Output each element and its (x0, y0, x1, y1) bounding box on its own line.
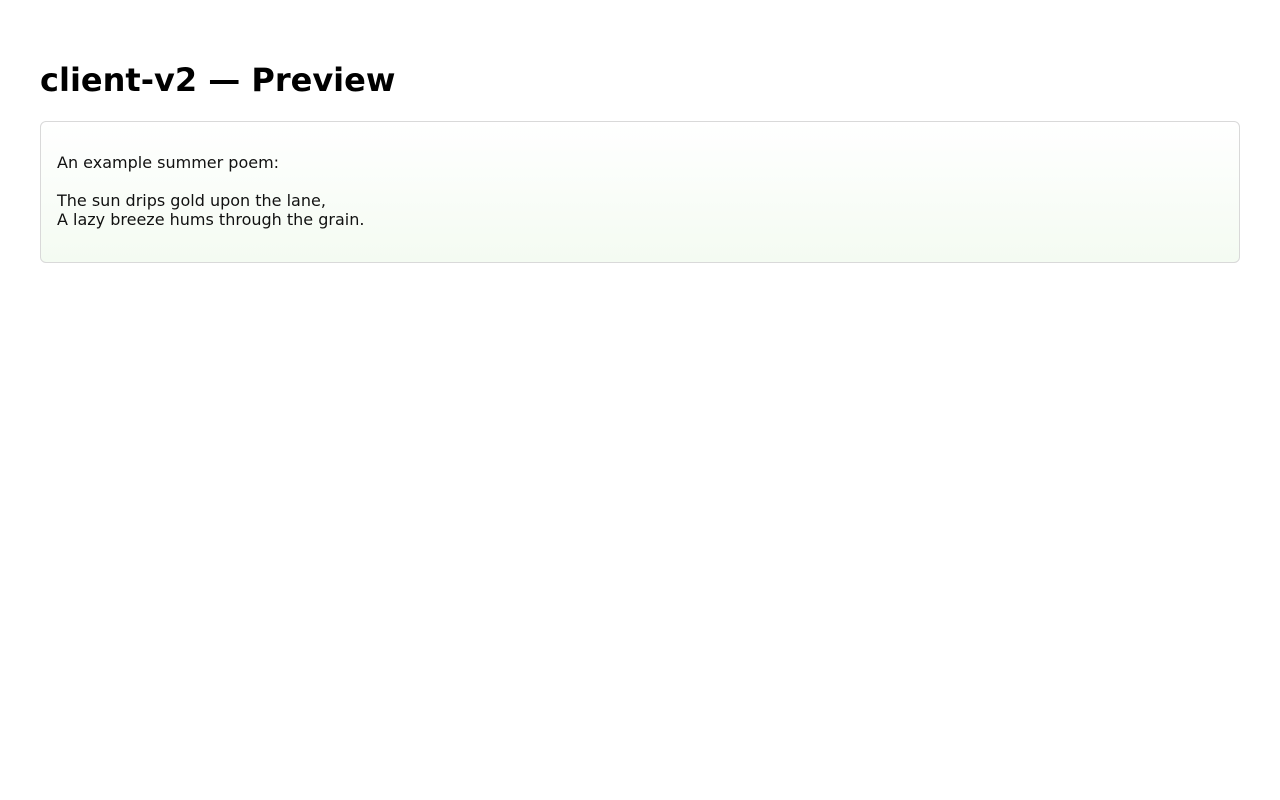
preview-card: An example summer poem: The sun drips go… (40, 121, 1240, 263)
poem-line: A lazy breeze hums through the grain. (57, 210, 365, 229)
poem-block: The sun drips gold upon the lane, A lazy… (57, 191, 1223, 229)
page-title: client-v2 — Preview (40, 61, 396, 99)
poem-intro-text: An example summer poem: (57, 153, 280, 172)
poem-line: The sun drips gold upon the lane, (57, 191, 326, 210)
preview-page: client-v2 — Preview An example summer po… (0, 0, 1280, 800)
